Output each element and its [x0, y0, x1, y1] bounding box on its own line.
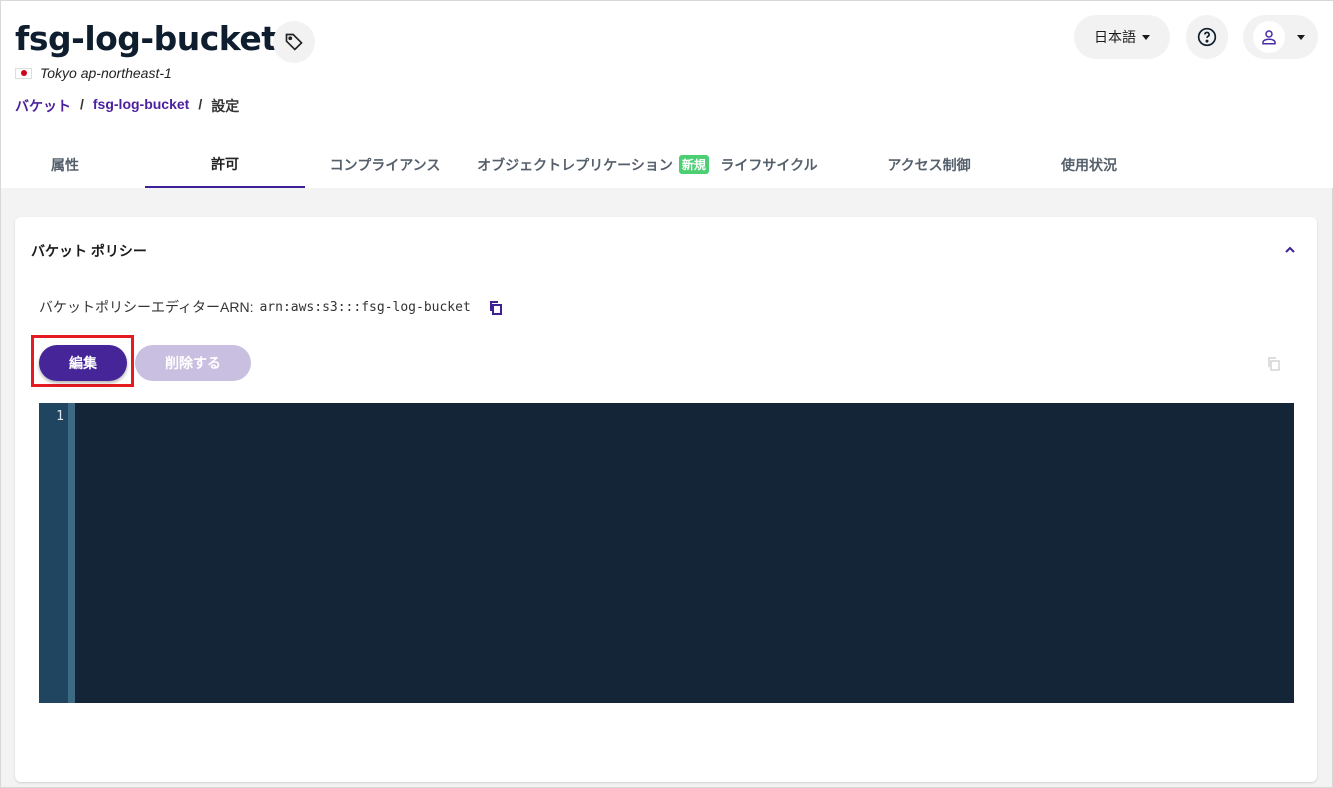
tab-permissions[interactable]: 許可 — [145, 141, 305, 188]
arn-row: バケットポリシーエディターARN: arn:aws:s3:::fsg-log-b… — [39, 297, 503, 317]
arn-value: arn:aws:s3:::fsg-log-bucket — [259, 299, 471, 315]
copy-icon[interactable] — [489, 300, 503, 315]
breadcrumb: バケット / fsg-log-bucket / 設定 — [15, 96, 240, 116]
tab-usage[interactable]: 使用状況 — [1009, 141, 1169, 188]
breadcrumb-bucket[interactable]: fsg-log-bucket — [93, 96, 189, 116]
bucket-policy-card: バケット ポリシー バケットポリシーエディターARN: arn:aws:s3::… — [15, 217, 1317, 782]
arn-label: バケットポリシーエディターARN: — [39, 299, 254, 315]
tag-button[interactable] — [273, 21, 315, 63]
help-icon — [1197, 27, 1217, 47]
region-label: Tokyo ap-northeast-1 — [40, 65, 172, 81]
breadcrumb-buckets[interactable]: バケット — [15, 96, 71, 116]
card-title: バケット ポリシー — [31, 243, 147, 259]
tab-object-replication[interactable]: オブジェクトレプリケーション 新規 — [465, 141, 721, 188]
tab-access-control[interactable]: アクセス制御 — [849, 141, 1009, 188]
tab-lifecycle[interactable]: ライフサイクル — [689, 141, 849, 188]
tab-bar: 属性 許可 コンプライアンス オブジェクトレプリケーション 新規 ライフサイクル … — [0, 141, 1169, 188]
line-number: 1 — [39, 403, 68, 703]
tag-icon — [285, 33, 303, 51]
edit-button[interactable]: 編集 — [39, 345, 127, 381]
user-icon — [1253, 21, 1285, 53]
region: Tokyo ap-northeast-1 — [15, 65, 172, 81]
user-menu[interactable] — [1243, 15, 1318, 59]
page-header: fsg-log-bucket Tokyo ap-northeast-1 バケット… — [1, 1, 1333, 188]
active-line-marker — [68, 403, 75, 703]
copy-icon[interactable] — [1267, 356, 1281, 371]
help-button[interactable] — [1186, 15, 1228, 59]
chevron-up-icon[interactable] — [1283, 243, 1297, 257]
policy-editor[interactable]: 1 — [39, 403, 1294, 703]
tab-attributes[interactable]: 属性 — [0, 141, 145, 188]
language-select[interactable]: 日本語 — [1074, 15, 1170, 59]
caret-down-icon — [1297, 34, 1305, 40]
delete-button[interactable]: 削除する — [135, 345, 251, 381]
tab-compliance[interactable]: コンプライアンス — [305, 141, 465, 188]
japan-flag-icon — [15, 67, 32, 79]
caret-down-icon — [1142, 34, 1150, 40]
breadcrumb-current: 設定 — [211, 98, 240, 114]
page-title: fsg-log-bucket — [15, 19, 277, 58]
